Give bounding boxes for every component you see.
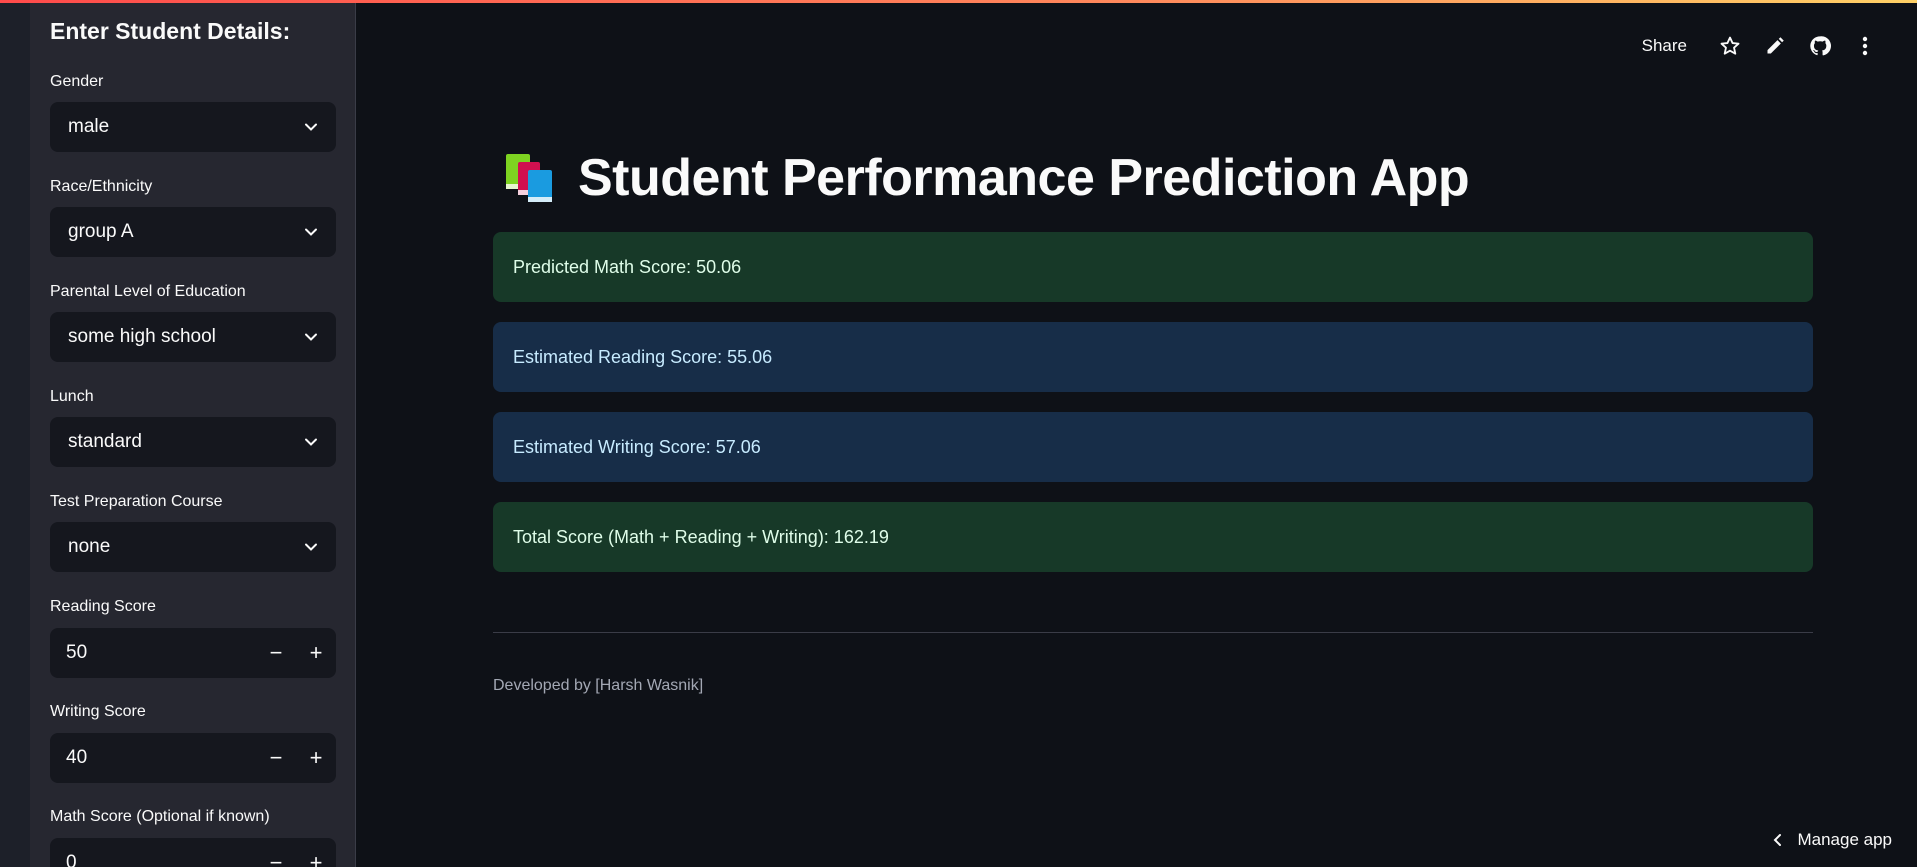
reading-score-label: Reading Score — [50, 598, 156, 615]
github-icon[interactable] — [1797, 30, 1842, 62]
education-select[interactable]: some high school — [50, 312, 336, 362]
reading-score-stepper: 50 − + — [50, 628, 336, 678]
books-icon — [506, 154, 552, 202]
chevron-down-icon — [305, 438, 317, 446]
math-decrement-button[interactable]: − — [256, 838, 296, 867]
left-edge-strip — [0, 0, 30, 867]
lunch-value: standard — [68, 431, 142, 452]
gender-label: Gender — [50, 73, 104, 90]
sidebar-title: Enter Student Details: — [50, 18, 291, 44]
sidebar: Enter Student Details: Gender male Race/… — [30, 0, 356, 867]
header-toolbar: Share — [1642, 30, 1887, 62]
page-title: Student Performance Prediction App — [578, 149, 1470, 207]
education-label: Parental Level of Education — [50, 283, 246, 300]
manage-app-label: Manage app — [1797, 830, 1892, 849]
chevron-down-icon — [305, 228, 317, 236]
race-label: Race/Ethnicity — [50, 178, 153, 195]
race-value: group A — [68, 221, 134, 242]
test-prep-value: none — [68, 536, 111, 557]
race-select[interactable]: group A — [50, 207, 336, 257]
chevron-down-icon — [305, 333, 317, 341]
more-icon[interactable] — [1842, 30, 1887, 62]
page-title-row: Student Performance Prediction App — [500, 148, 1470, 208]
star-icon[interactable] — [1707, 30, 1752, 62]
divider — [493, 632, 1813, 633]
writing-score-input[interactable]: 40 — [50, 747, 256, 769]
lunch-select[interactable]: standard — [50, 417, 336, 467]
reading-score-input[interactable]: 50 — [50, 642, 256, 664]
test-prep-label: Test Preparation Course — [50, 493, 223, 510]
math-score-input[interactable]: 0 — [50, 852, 256, 867]
reading-score-result: Estimated Reading Score: 55.06 — [493, 322, 1813, 392]
chevron-down-icon — [305, 543, 317, 551]
gender-select[interactable]: male — [50, 102, 336, 152]
math-score-label: Math Score (Optional if known) — [50, 808, 270, 825]
reading-increment-button[interactable]: + — [296, 628, 336, 678]
math-score-result: Predicted Math Score: 50.06 — [493, 232, 1813, 302]
math-increment-button[interactable]: + — [296, 838, 336, 867]
writing-decrement-button[interactable]: − — [256, 733, 296, 783]
writing-score-label: Writing Score — [50, 703, 146, 720]
writing-increment-button[interactable]: + — [296, 733, 336, 783]
manage-app-button[interactable]: Manage app — [1771, 830, 1892, 850]
test-prep-select[interactable]: none — [50, 522, 336, 572]
writing-score-result: Estimated Writing Score: 57.06 — [493, 412, 1813, 482]
total-score-result: Total Score (Math + Reading + Writing): … — [493, 502, 1813, 572]
gender-value: male — [68, 116, 110, 137]
share-button[interactable]: Share — [1642, 36, 1687, 56]
top-decoration-bar — [0, 0, 1917, 3]
chevron-down-icon — [305, 123, 317, 131]
lunch-label: Lunch — [50, 388, 94, 405]
reading-decrement-button[interactable]: − — [256, 628, 296, 678]
chevron-left-icon — [1774, 834, 1782, 846]
math-score-stepper: 0 − + — [50, 838, 336, 867]
edit-icon[interactable] — [1752, 30, 1797, 62]
footer-credit: Developed by [Harsh Wasnik] — [493, 677, 704, 694]
education-value: some high school — [68, 326, 216, 347]
writing-score-stepper: 40 − + — [50, 733, 336, 783]
